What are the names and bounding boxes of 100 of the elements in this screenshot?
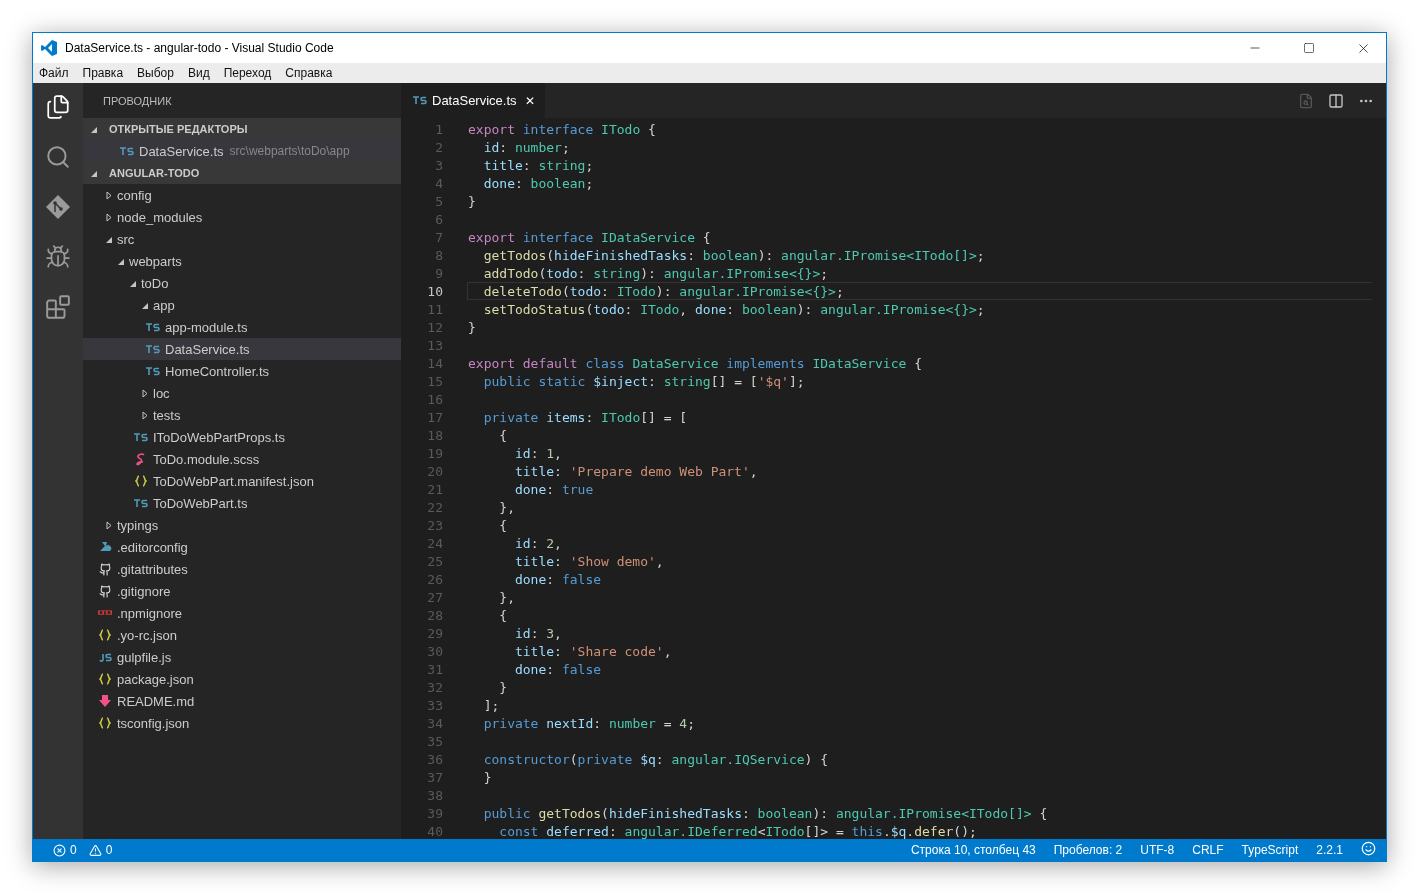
search-icon[interactable] xyxy=(45,144,71,170)
line-number: 9 xyxy=(434,265,443,281)
status-item[interactable]: TypeScript xyxy=(1241,843,1299,857)
line-number: 32 xyxy=(426,679,443,695)
status-item[interactable]: CRLF xyxy=(1192,843,1224,857)
collapsed-caret-icon[interactable] xyxy=(104,520,113,530)
line-number: 4 xyxy=(434,175,443,191)
tree-item[interactable]: src xyxy=(83,228,401,250)
collapsed-caret-icon[interactable] xyxy=(140,410,149,420)
code-line: export interface IDataService { xyxy=(467,229,712,246)
tree-item[interactable]: node_modules xyxy=(83,206,401,228)
line-number: 24 xyxy=(426,535,443,551)
line-number: 18 xyxy=(426,427,443,443)
tree-item[interactable]: app xyxy=(83,294,401,316)
error-icon[interactable] xyxy=(53,843,66,857)
code-line: id: 1, xyxy=(513,445,563,462)
code-line: title: string; xyxy=(482,157,595,174)
open-editor-item[interactable]: DataService.ts src\webparts\toDo\app xyxy=(83,140,401,162)
code-line: { xyxy=(498,607,509,624)
menu-item[interactable]: Переход xyxy=(223,66,272,80)
tree-item[interactable]: webparts xyxy=(83,250,401,272)
menu-item[interactable]: Файл xyxy=(39,66,69,80)
tree-item[interactable]: typings xyxy=(83,514,401,536)
tree-item[interactable]: DataService.ts xyxy=(83,338,401,360)
tree-item[interactable]: ToDoWebPart.ts xyxy=(83,492,401,514)
files-icon[interactable] xyxy=(45,94,71,120)
tree-item[interactable]: package.json xyxy=(83,668,401,690)
line-number: 19 xyxy=(426,445,443,461)
braces-icon xyxy=(134,474,148,488)
tree-item[interactable]: .editorconfig xyxy=(83,536,401,558)
menu-item[interactable]: Справка xyxy=(285,66,333,80)
code-line: addTodo(todo: string): angular.IPromise<{}>; xyxy=(482,265,830,282)
tree-item[interactable]: .gitattributes xyxy=(83,558,401,580)
line-number: 22 xyxy=(426,499,443,515)
code-line: title: 'Prepare demo Web Part', xyxy=(513,463,759,480)
line-number: 20 xyxy=(426,463,443,479)
tree-item[interactable]: tsconfig.json xyxy=(83,712,401,734)
typescript-file-icon xyxy=(120,144,134,158)
collapsed-caret-icon[interactable] xyxy=(104,212,113,222)
maximize-icon[interactable] xyxy=(1303,42,1315,54)
close-tab-button[interactable]: ✕ xyxy=(524,93,535,108)
line-number: 17 xyxy=(426,409,443,425)
code-line: title: 'Show demo', xyxy=(513,553,665,570)
warning-icon[interactable] xyxy=(88,843,102,857)
tree-item[interactable]: .yo-rc.json xyxy=(83,624,401,646)
status-item[interactable]: Строка 10, столбец 43 xyxy=(910,843,1036,857)
tree-item[interactable]: ToDo.module.scss xyxy=(83,448,401,470)
sidebar-title: ПРОВОДНИК xyxy=(102,93,173,109)
code-line: id: 3, xyxy=(513,625,563,642)
code-line: export default class DataService implements IDataService { xyxy=(467,355,923,372)
section-header[interactable]: ОТКРЫТЫЕ РЕДАКТОРЫ xyxy=(83,118,401,140)
line-number: 6 xyxy=(434,211,443,227)
warning-count[interactable]: 0 xyxy=(105,843,113,857)
line-number: 26 xyxy=(426,571,443,587)
section-header[interactable]: ANGULAR-TODO xyxy=(83,162,401,184)
line-number: 28 xyxy=(426,607,443,623)
typescript-file-icon xyxy=(146,342,160,356)
tree-item[interactable]: IToDoWebPartProps.ts xyxy=(83,426,401,448)
split-editor-icon[interactable] xyxy=(1328,92,1344,109)
menu-item[interactable]: Правка xyxy=(82,66,124,80)
code-line: public getTodos(hideFinishedTasks: boolean): angular.IPromise<ITodo[]> { xyxy=(482,805,1049,822)
status-item[interactable]: UTF-8 xyxy=(1140,843,1175,857)
extensions-icon[interactable] xyxy=(45,294,71,320)
tree-item[interactable]: .gitignore xyxy=(83,580,401,602)
tree-item[interactable]: toDo xyxy=(83,272,401,294)
bug-icon[interactable] xyxy=(45,244,71,270)
line-number: 35 xyxy=(426,733,443,749)
code-line: }, xyxy=(498,499,516,516)
status-item[interactable]: Пробелов: 2 xyxy=(1053,843,1123,857)
code-line: id: number; xyxy=(482,139,571,156)
line-number: 8 xyxy=(434,247,443,263)
error-count[interactable]: 0 xyxy=(70,843,77,857)
code-line: title: 'Share code', xyxy=(513,643,673,660)
collapsed-caret-icon[interactable] xyxy=(140,388,149,398)
editor-tab[interactable]: DataService.ts ✕ xyxy=(401,83,545,118)
menu-item[interactable]: Вид xyxy=(187,66,210,80)
tree-item[interactable]: loc xyxy=(83,382,401,404)
typescript-file-icon xyxy=(134,430,148,444)
tree-item[interactable]: ToDoWebPart.manifest.json xyxy=(83,470,401,492)
braces-icon xyxy=(98,672,112,686)
line-number: 29 xyxy=(426,625,443,641)
tree-item[interactable]: tests xyxy=(83,404,401,426)
code-line: private items: ITodo[] = [ xyxy=(482,409,689,426)
github-icon xyxy=(98,562,112,576)
line-number: 30 xyxy=(426,643,443,659)
code-line: } xyxy=(482,769,493,786)
line-number: 7 xyxy=(434,229,443,245)
code-line: setTodoStatus(todo: ITodo, done: boolean): angular.IPromise<{}>; xyxy=(482,301,986,318)
collapsed-caret-icon[interactable] xyxy=(104,190,113,200)
tree-item[interactable]: gulpfile.js xyxy=(83,646,401,668)
menu-item[interactable]: Выбор xyxy=(137,66,174,80)
tree-item[interactable]: README.md xyxy=(83,690,401,712)
tree-item[interactable]: HomeController.ts xyxy=(83,360,401,382)
git-icon[interactable] xyxy=(45,194,71,220)
status-item[interactable]: 2.2.1 xyxy=(1316,843,1343,857)
tree-item[interactable]: .npmignore xyxy=(83,602,401,624)
code-line: public static $inject: string[] = ['$q']; xyxy=(482,373,806,390)
tree-item[interactable]: config xyxy=(83,184,401,206)
tree-item[interactable]: app-module.ts xyxy=(83,316,401,338)
typescript-file-icon xyxy=(134,496,148,510)
